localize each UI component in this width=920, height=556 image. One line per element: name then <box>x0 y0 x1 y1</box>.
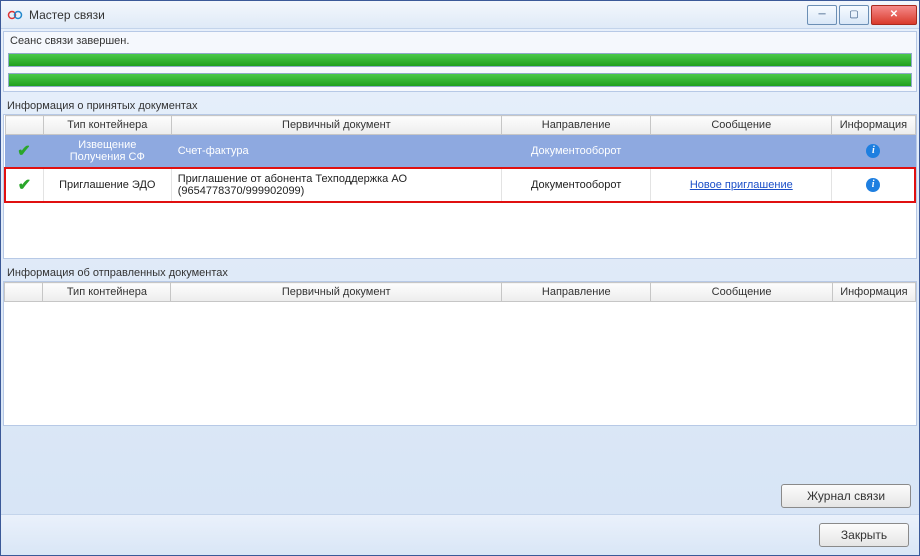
status-cell: ✔ <box>5 135 43 169</box>
doc-cell: Приглашение от абонента Техподдержка АО … <box>171 168 501 202</box>
col-header-msg[interactable]: Сообщение <box>651 116 832 135</box>
maximize-button[interactable]: ▢ <box>839 5 869 25</box>
content-area: Сеанс связи завершен. Информация о приня… <box>1 29 919 514</box>
main-window: Мастер связи ─ ▢ ✕ Сеанс связи завершен.… <box>0 0 920 556</box>
col-header-msg-sent[interactable]: Сообщение <box>651 283 832 302</box>
sent-header-row: Тип контейнера Первичный документ Направ… <box>5 283 916 302</box>
journal-button[interactable]: Журнал связи <box>781 484 911 508</box>
col-header-status[interactable] <box>5 116 43 135</box>
info-cell: i <box>832 135 915 169</box>
close-window-button[interactable]: ✕ <box>871 5 917 25</box>
close-button[interactable]: Закрыть <box>819 523 909 547</box>
window-title: Мастер связи <box>29 8 807 22</box>
received-grid: Тип контейнера Первичный документ Направ… <box>3 114 917 259</box>
progress-bar-1 <box>8 53 912 67</box>
col-header-type-sent[interactable]: Тип контейнера <box>43 283 171 302</box>
col-header-dir[interactable]: Направление <box>502 116 651 135</box>
sent-grid: Тип контейнера Первичный документ Направ… <box>3 281 917 426</box>
info-icon[interactable]: i <box>866 178 880 192</box>
col-header-doc[interactable]: Первичный документ <box>171 116 501 135</box>
checkmark-icon: ✔ <box>18 177 31 194</box>
status-panel: Сеанс связи завершен. <box>3 31 917 92</box>
table-row[interactable]: ✔ Извещение Получения СФСчет-фактураДокум… <box>5 135 915 169</box>
status-cell: ✔ <box>5 168 43 202</box>
msg-cell <box>651 135 832 169</box>
window-buttons: ─ ▢ ✕ <box>807 5 917 25</box>
table-row[interactable]: ✔ Приглашение ЭДОПриглашение от абонента … <box>5 168 915 202</box>
status-text: Сеанс связи завершен. <box>4 32 916 53</box>
col-header-type[interactable]: Тип контейнера <box>43 116 171 135</box>
app-icon <box>7 7 23 23</box>
col-header-info[interactable]: Информация <box>832 116 915 135</box>
checkmark-icon: ✔ <box>17 143 30 160</box>
col-header-info-sent[interactable]: Информация <box>832 283 915 302</box>
progress-bar-2 <box>8 73 912 87</box>
received-label: Информация о принятых документах <box>3 96 917 114</box>
col-header-dir-sent[interactable]: Направление <box>502 283 651 302</box>
dir-cell: Документооборот <box>502 168 651 202</box>
col-header-doc-sent[interactable]: Первичный документ <box>171 283 502 302</box>
footer: Закрыть <box>1 514 919 555</box>
col-header-status-sent[interactable] <box>5 283 43 302</box>
info-icon[interactable]: i <box>866 144 880 158</box>
type-cell: Извещение Получения СФ <box>43 135 171 169</box>
received-header-row: Тип контейнера Первичный документ Направ… <box>5 116 915 135</box>
dir-cell: Документооборот <box>502 135 651 169</box>
minimize-button[interactable]: ─ <box>807 5 837 25</box>
msg-cell: Новое приглашение <box>651 168 832 202</box>
type-cell: Приглашение ЭДО <box>43 168 171 202</box>
sent-label: Информация об отправленных документах <box>3 263 917 281</box>
message-link[interactable]: Новое приглашение <box>690 179 793 191</box>
info-cell: i <box>832 168 915 202</box>
journal-row: Журнал связи <box>3 480 917 512</box>
titlebar: Мастер связи ─ ▢ ✕ <box>1 1 919 29</box>
doc-cell: Счет-фактура <box>171 135 501 169</box>
